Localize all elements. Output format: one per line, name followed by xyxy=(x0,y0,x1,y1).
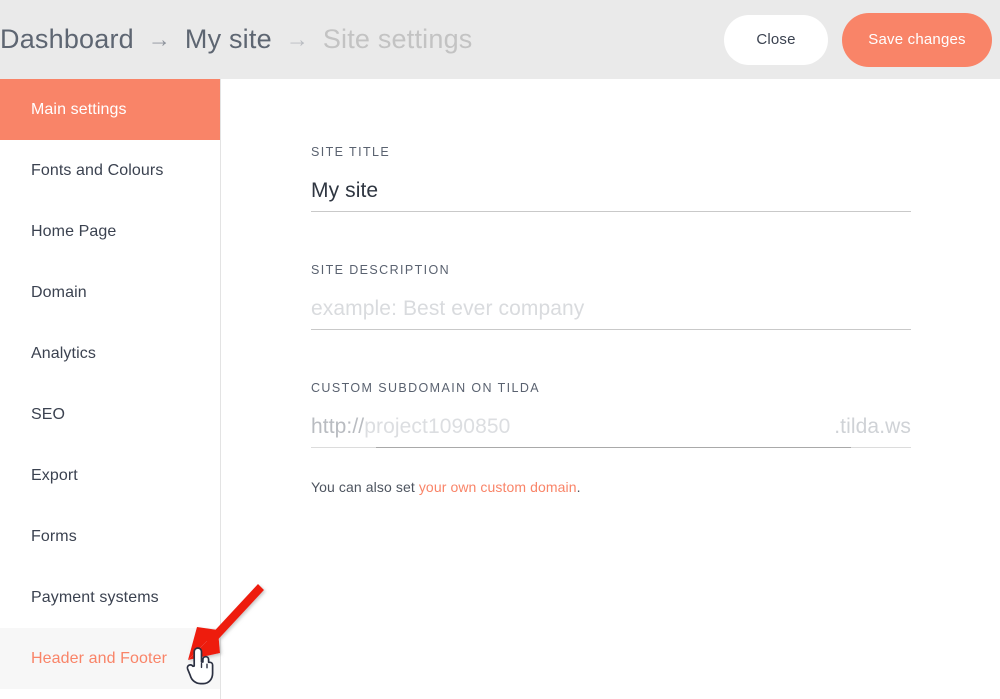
help-note-period: . xyxy=(576,479,581,495)
subdomain-protocol-prefix: http:// xyxy=(311,415,365,438)
top-bar-actions: Close Save changes xyxy=(724,0,992,79)
custom-subdomain-row: http:// project1090850 .tilda.ws xyxy=(311,411,911,443)
sidebar-item-fonts-and-colours[interactable]: Fonts and Colours xyxy=(0,140,220,201)
site-description-label: SITE DESCRIPTION xyxy=(311,263,451,277)
site-title-label: SITE TITLE xyxy=(311,145,391,159)
site-settings-screen: Dashboard → My site → Site settings Clos… xyxy=(0,0,1000,699)
settings-sidebar: Main settings Fonts and Colours Home Pag… xyxy=(0,79,221,699)
close-button[interactable]: Close xyxy=(724,14,828,65)
save-changes-button[interactable]: Save changes xyxy=(842,12,992,67)
sidebar-item-domain[interactable]: Domain xyxy=(0,262,220,323)
sidebar-item-home-page[interactable]: Home Page xyxy=(0,201,220,262)
sidebar-item-payment-systems[interactable]: Payment systems xyxy=(0,567,220,628)
field-custom-subdomain: CUSTOM SUBDOMAIN ON TILDA http:// projec… xyxy=(311,381,911,448)
sidebar-item-forms[interactable]: Forms xyxy=(0,506,220,567)
sidebar-item-label: Domain xyxy=(31,283,87,301)
site-description-underline xyxy=(311,329,911,330)
custom-domain-help-note: You can also set your own custom domain. xyxy=(311,479,581,495)
breadcrumb-item-my-site[interactable]: My site xyxy=(185,24,272,55)
sidebar-item-header-and-footer[interactable]: Header and Footer xyxy=(0,628,220,689)
custom-domain-link[interactable]: your own custom domain xyxy=(419,479,577,495)
custom-subdomain-underline xyxy=(311,447,911,448)
sidebar-item-seo[interactable]: SEO xyxy=(0,384,220,445)
breadcrumb-item-dashboard[interactable]: Dashboard xyxy=(0,24,134,55)
subdomain-underline-active xyxy=(376,447,851,448)
sidebar-item-analytics[interactable]: Analytics xyxy=(0,323,220,384)
subdomain-suffix: .tilda.ws xyxy=(834,415,911,438)
sidebar-item-label: SEO xyxy=(31,405,66,423)
sidebar-item-label: Home Page xyxy=(31,222,117,240)
sidebar-item-label: Fonts and Colours xyxy=(31,161,164,179)
sidebar-item-export[interactable]: Export xyxy=(0,445,220,506)
sidebar-item-main-settings[interactable]: Main settings xyxy=(0,79,220,140)
breadcrumb-arrow-icon: → xyxy=(147,26,171,52)
sidebar-item-label: Export xyxy=(31,466,78,484)
breadcrumb-arrow-icon-2: → xyxy=(285,26,309,52)
sidebar-item-label: Header and Footer xyxy=(31,649,168,667)
field-site-description: SITE DESCRIPTION example: Best ever comp… xyxy=(311,263,911,330)
sidebar-item-label: Main settings xyxy=(31,100,127,118)
sidebar-item-label: Payment systems xyxy=(31,588,159,606)
custom-subdomain-label: CUSTOM SUBDOMAIN ON TILDA xyxy=(311,381,541,395)
custom-subdomain-input[interactable]: project1090850 xyxy=(364,411,510,443)
site-title-underline xyxy=(311,211,911,212)
breadcrumb: Dashboard → My site → Site settings xyxy=(0,0,473,79)
help-note-text: You can also set xyxy=(311,479,419,495)
field-site-title: SITE TITLE My site xyxy=(311,145,911,212)
settings-main-panel: SITE TITLE My site SITE DESCRIPTION exam… xyxy=(221,79,1000,699)
breadcrumb-item-site-settings: Site settings xyxy=(322,24,473,54)
site-title-input[interactable]: My site xyxy=(311,175,911,207)
top-bar: Dashboard → My site → Site settings Clos… xyxy=(0,0,1000,79)
sidebar-item-label: Forms xyxy=(31,527,77,545)
sidebar-item-label: Analytics xyxy=(31,344,96,362)
site-description-input[interactable]: example: Best ever company xyxy=(311,293,911,325)
